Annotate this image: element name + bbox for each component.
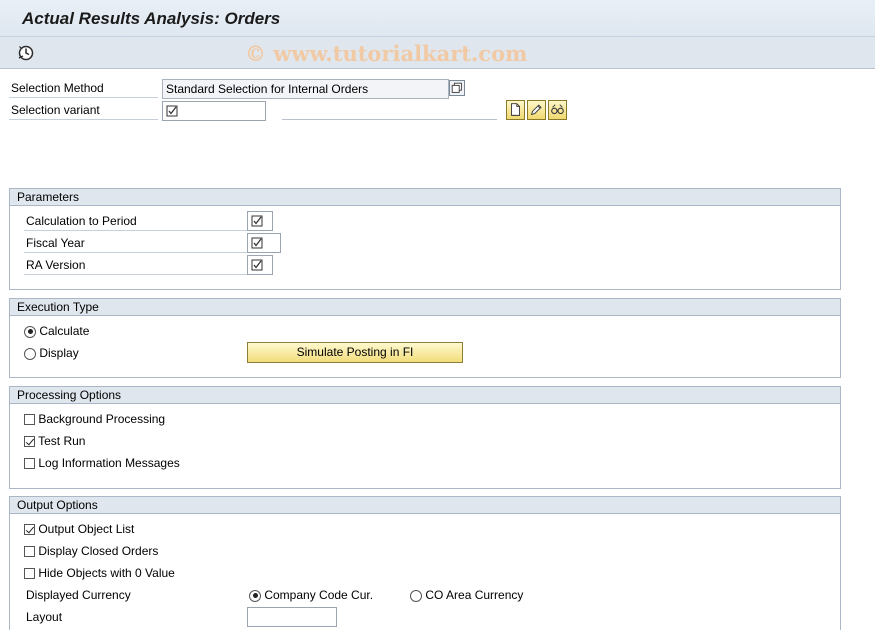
calculate-radio-row[interactable]: Calculate (24, 320, 89, 342)
display-icon[interactable] (548, 100, 567, 120)
display-closed-orders-label: Display Closed Orders (38, 544, 159, 558)
main-content: Selection Method Standard Selection for … (0, 70, 875, 630)
execution-type-group: Execution Type Calculate Display Simulat… (9, 298, 841, 378)
test-run-label: Test Run (38, 434, 86, 448)
ra-version-label: RA Version (24, 255, 248, 275)
fiscal-year-field[interactable] (247, 233, 281, 253)
log-info-messages-checkbox[interactable] (24, 458, 35, 470)
test-run-row[interactable]: Test Run (24, 430, 85, 452)
background-processing-row[interactable]: Background Processing (24, 408, 165, 430)
required-entry-icon (251, 215, 263, 227)
display-radio-row[interactable]: Display (24, 342, 79, 364)
edit-icon[interactable] (527, 100, 546, 120)
hide-zero-value-checkbox[interactable] (24, 568, 35, 580)
hide-zero-value-row[interactable]: Hide Objects with 0 Value (24, 562, 175, 584)
selection-variant-label: Selection variant (9, 100, 158, 120)
selection-method-label: Selection Method (9, 78, 158, 98)
execution-type-title: Execution Type (10, 299, 840, 316)
calculate-radio[interactable] (24, 325, 36, 338)
calc-to-period-field[interactable] (247, 211, 273, 231)
ra-version-field[interactable] (247, 255, 273, 275)
required-entry-icon (166, 105, 178, 117)
hide-zero-value-label: Hide Objects with 0 Value (38, 566, 175, 580)
fiscal-year-label: Fiscal Year (24, 233, 248, 253)
output-options-group: Output Options Output Object List Displa… (9, 496, 841, 630)
parameters-group: Parameters Calculation to Period Fiscal … (9, 188, 841, 290)
selection-variant-field[interactable] (162, 101, 266, 121)
display-radio[interactable] (24, 347, 36, 360)
company-code-currency-label: Company Code Cur. (264, 588, 374, 602)
simulate-posting-button[interactable]: Simulate Posting in FI (247, 342, 463, 363)
processing-options-title: Processing Options (10, 387, 840, 404)
background-processing-label: Background Processing (38, 412, 166, 426)
clock-execute-icon[interactable] (17, 44, 35, 62)
title-bar: Actual Results Analysis: Orders (0, 0, 875, 37)
variant-description-line (282, 119, 497, 120)
layout-field[interactable] (247, 607, 337, 627)
co-area-currency-label: CO Area Currency (425, 588, 524, 602)
create-icon[interactable] (506, 100, 525, 120)
output-options-title: Output Options (10, 497, 840, 514)
log-info-messages-row[interactable]: Log Information Messages (24, 452, 180, 474)
calculate-label: Calculate (39, 324, 90, 338)
company-code-currency-radio[interactable] (249, 589, 261, 602)
background-processing-checkbox[interactable] (24, 414, 35, 426)
required-entry-icon (251, 237, 263, 249)
output-object-list-checkbox[interactable] (24, 524, 35, 536)
watermark-text: © www.tutorialkart.com (245, 41, 528, 66)
co-area-currency-row[interactable]: CO Area Currency (410, 584, 523, 606)
selection-method-field[interactable]: Standard Selection for Internal Orders (162, 79, 449, 99)
company-code-currency-row[interactable]: Company Code Cur. (249, 584, 373, 606)
display-label: Display (39, 346, 79, 360)
required-entry-icon (251, 259, 263, 271)
parameters-title: Parameters (10, 189, 840, 206)
calc-to-period-label: Calculation to Period (24, 211, 248, 231)
co-area-currency-radio[interactable] (410, 589, 422, 602)
displayed-currency-label: Displayed Currency (26, 588, 131, 602)
layout-label: Layout (26, 610, 63, 624)
display-closed-orders-checkbox[interactable] (24, 546, 35, 558)
test-run-checkbox[interactable] (24, 436, 35, 448)
log-info-messages-label: Log Information Messages (38, 456, 180, 470)
copy-icon[interactable] (449, 80, 465, 96)
display-closed-orders-row[interactable]: Display Closed Orders (24, 540, 158, 562)
processing-options-group: Processing Options Background Processing… (9, 386, 841, 489)
window-title: Actual Results Analysis: Orders (22, 9, 281, 28)
output-object-list-label: Output Object List (38, 522, 135, 536)
output-object-list-row[interactable]: Output Object List (24, 518, 134, 540)
